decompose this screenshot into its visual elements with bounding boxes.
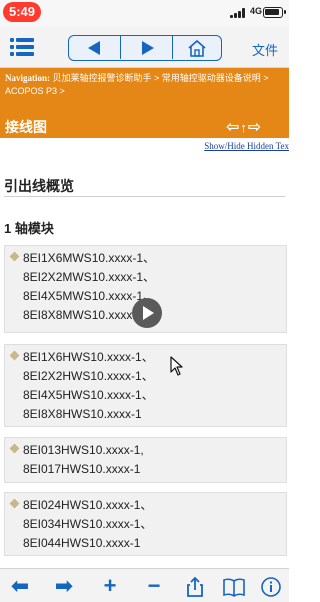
play-video-icon[interactable]: [132, 298, 162, 328]
expand-bullet-icon: [9, 443, 20, 454]
status-bar: 5:49 4G: [0, 0, 289, 26]
back-arrow-icon: [88, 41, 100, 55]
section-heading: 引出线概览: [4, 178, 74, 194]
bottom-toolbar: ⬅ ➡ + −: [0, 568, 289, 602]
module-item: 8EI1X6HWS10.xxxx-1、: [23, 350, 154, 364]
battery-icon: [263, 7, 286, 18]
module-item: 8EI013HWS10.xxxx-1,: [23, 443, 144, 457]
module-item: 8EI024HWS10.xxxx-1、: [23, 498, 153, 512]
files-button[interactable]: 文件: [252, 40, 278, 59]
home-button[interactable]: [173, 36, 221, 59]
info-icon[interactable]: [260, 576, 282, 598]
module-group[interactable]: 8EI1X6HWS10.xxxx-1、 8EI2X2HWS10.xxxx-1、 …: [4, 344, 287, 427]
signal-icon: [230, 8, 248, 18]
module-item: 8EI8X8HWS10.xxxx-1: [23, 407, 142, 421]
parent-topic-icon[interactable]: ↑: [240, 120, 248, 135]
previous-topic-icon[interactable]: ⇦: [226, 119, 240, 136]
module-item: 8EI2X2MWS10.xxxx-1、: [23, 270, 156, 284]
book-icon[interactable]: [222, 577, 246, 597]
home-icon: [188, 39, 206, 57]
subsection-heading: 1 轴模块: [4, 221, 54, 236]
module-item: 8EI034HWS10.xxxx-1、: [23, 517, 153, 531]
forward-icon[interactable]: ➡: [50, 573, 78, 599]
back-button[interactable]: [69, 36, 121, 59]
status-time: 5:49: [3, 2, 41, 22]
module-item: 8EI2X2HWS10.xxxx-1、: [23, 369, 154, 383]
module-item: 8EI4X5HWS10.xxxx-1、: [23, 388, 154, 402]
module-item: 8EI017HWS10.xxxx-1: [23, 462, 141, 476]
expand-bullet-icon: [9, 498, 20, 509]
topic-nav-icons: ⇦↑⇨: [226, 117, 262, 137]
divider: [4, 196, 285, 197]
module-item: 8EI1X6MWS10.xxxx-1、: [23, 251, 156, 265]
back-icon[interactable]: ⬅: [6, 573, 34, 599]
forward-button[interactable]: [121, 36, 173, 59]
module-group[interactable]: 8EI013HWS10.xxxx-1, 8EI017HWS10.xxxx-1: [4, 437, 287, 483]
expand-bullet-icon: [9, 251, 20, 262]
show-hide-hidden-text-link[interactable]: Show/Hide Hidden Tex: [204, 141, 289, 151]
module-group[interactable]: 8EI024HWS10.xxxx-1、 8EI034HWS10.xxxx-1、 …: [4, 492, 287, 556]
next-topic-icon[interactable]: ⇨: [248, 119, 262, 136]
topic-header: Navigation: 贝加莱轴控报警诊断助手 > 常用轴控驱动器设备说明 > …: [0, 68, 289, 138]
expand-bullet-icon: [9, 350, 20, 361]
add-icon[interactable]: +: [96, 573, 124, 599]
nav-segmented-control: [68, 35, 222, 61]
mouse-cursor-icon: [170, 356, 183, 376]
page-title: 接线图: [5, 119, 47, 135]
top-toolbar: 文件: [0, 26, 289, 68]
forward-arrow-icon: [142, 41, 154, 55]
menu-icon[interactable]: [10, 38, 34, 56]
breadcrumb: Navigation: 贝加莱轴控报警诊断助手 > 常用轴控驱动器设备说明 > …: [5, 72, 287, 98]
title-band: 接线图 ⇦↑⇨: [0, 112, 289, 138]
module-item: 8EI044HWS10.xxxx-1: [23, 536, 141, 550]
share-icon[interactable]: [184, 576, 206, 598]
minus-icon[interactable]: −: [140, 573, 168, 599]
network-type: 4G: [250, 6, 263, 16]
breadcrumb-prefix: Navigation:: [5, 73, 50, 83]
